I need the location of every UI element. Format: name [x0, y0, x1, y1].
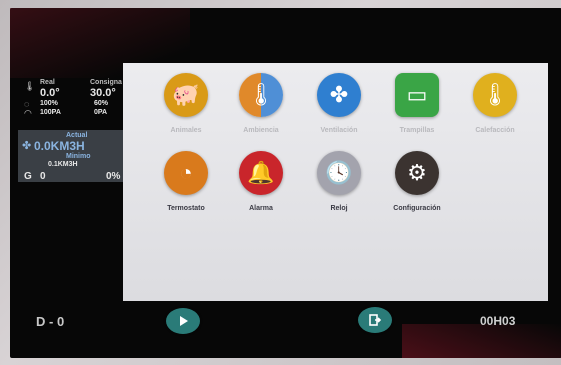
exit-icon [369, 314, 382, 326]
day-indicator: D - 0 [36, 314, 65, 329]
ventilation-minimo-value: 0.1KM3H [48, 161, 78, 168]
temp-consigna-label: Consigna [90, 79, 122, 86]
exit-button[interactable] [358, 307, 392, 333]
pig-icon: 🐖 [164, 73, 208, 117]
g-label: G [24, 171, 32, 182]
menu-item-label: Calefacción [475, 127, 515, 134]
ventilation-actual-value: 0.0KM3H [34, 139, 85, 153]
temp-consigna-value: 30.0° [90, 87, 116, 99]
sidebar-status: 🌡 Real Consigna 0.0° 30.0° ◌ 100% 60% ◠ … [18, 75, 133, 185]
menu-item-label: Configuración [393, 205, 441, 212]
fan-icon: ✤ [317, 73, 361, 117]
temp-real-label: Real [40, 79, 55, 86]
menu-item-trampillas[interactable]: ▭ Trampillas [377, 73, 457, 134]
play-icon [180, 316, 188, 326]
window-icon: ▭ [395, 73, 439, 117]
menu-item-label: Trampillas [399, 127, 435, 134]
ventilation-actual-label: Actual [66, 132, 88, 139]
g-value: 0 [40, 171, 46, 182]
dial-icon: ◔ [164, 151, 208, 195]
ventilation-minimo-label: Minimo [66, 153, 91, 160]
thermometer-icon: 🌡 [239, 73, 283, 117]
menu-item-termostato[interactable]: ◔ Termostato [146, 151, 226, 212]
menu-item-label: Ventilación [320, 127, 358, 134]
menu-item-animales[interactable]: 🐖 Animales [146, 73, 226, 134]
clock-icon: 🕓 [317, 151, 361, 195]
menu-item-ventilacion[interactable]: ✤ Ventilación [299, 73, 379, 134]
menu-item-label: Reloj [330, 205, 348, 212]
temp-real-value: 0.0° [40, 87, 60, 99]
thermometer-icon: 🌡 [24, 81, 36, 91]
thermometer-icon: 🌡 [473, 73, 517, 117]
play-button[interactable] [166, 308, 200, 334]
gears-icon: ⚙ [395, 151, 439, 195]
menu-item-label: Alarma [249, 205, 273, 212]
main-menu-panel: 🐖 Animales 🌡 Ambiencia ✤ Ventilación ▭ T… [123, 63, 548, 301]
menu-item-alarma[interactable]: 🔔 Alarma [221, 151, 301, 212]
bell-icon: 🔔 [239, 151, 283, 195]
menu-item-configuracion[interactable]: ⚙ Configuración [377, 151, 457, 212]
menu-item-ambiencia[interactable]: 🌡 Ambiencia [221, 73, 301, 134]
g-percent: 0% [106, 171, 121, 182]
pressure-gauge-icon: ◠ [24, 108, 32, 118]
humidity-real-value: 100% [40, 100, 58, 107]
screen-reflection [402, 324, 561, 358]
pressure-real-value: 100PA [40, 109, 61, 116]
humidity-consigna-value: 60% [94, 100, 109, 107]
menu-item-label: Ambiencia [243, 127, 279, 134]
menu-item-label: Animales [170, 127, 202, 134]
pressure-consigna-value: 0PA [94, 109, 108, 116]
menu-item-calefaccion[interactable]: 🌡 Calefacción [455, 73, 535, 134]
elapsed-timer: 00H03 [480, 314, 516, 328]
menu-item-reloj[interactable]: 🕓 Reloj [299, 151, 379, 212]
menu-item-label: Termostato [167, 205, 205, 212]
fan-icon: ✤ [22, 140, 32, 152]
